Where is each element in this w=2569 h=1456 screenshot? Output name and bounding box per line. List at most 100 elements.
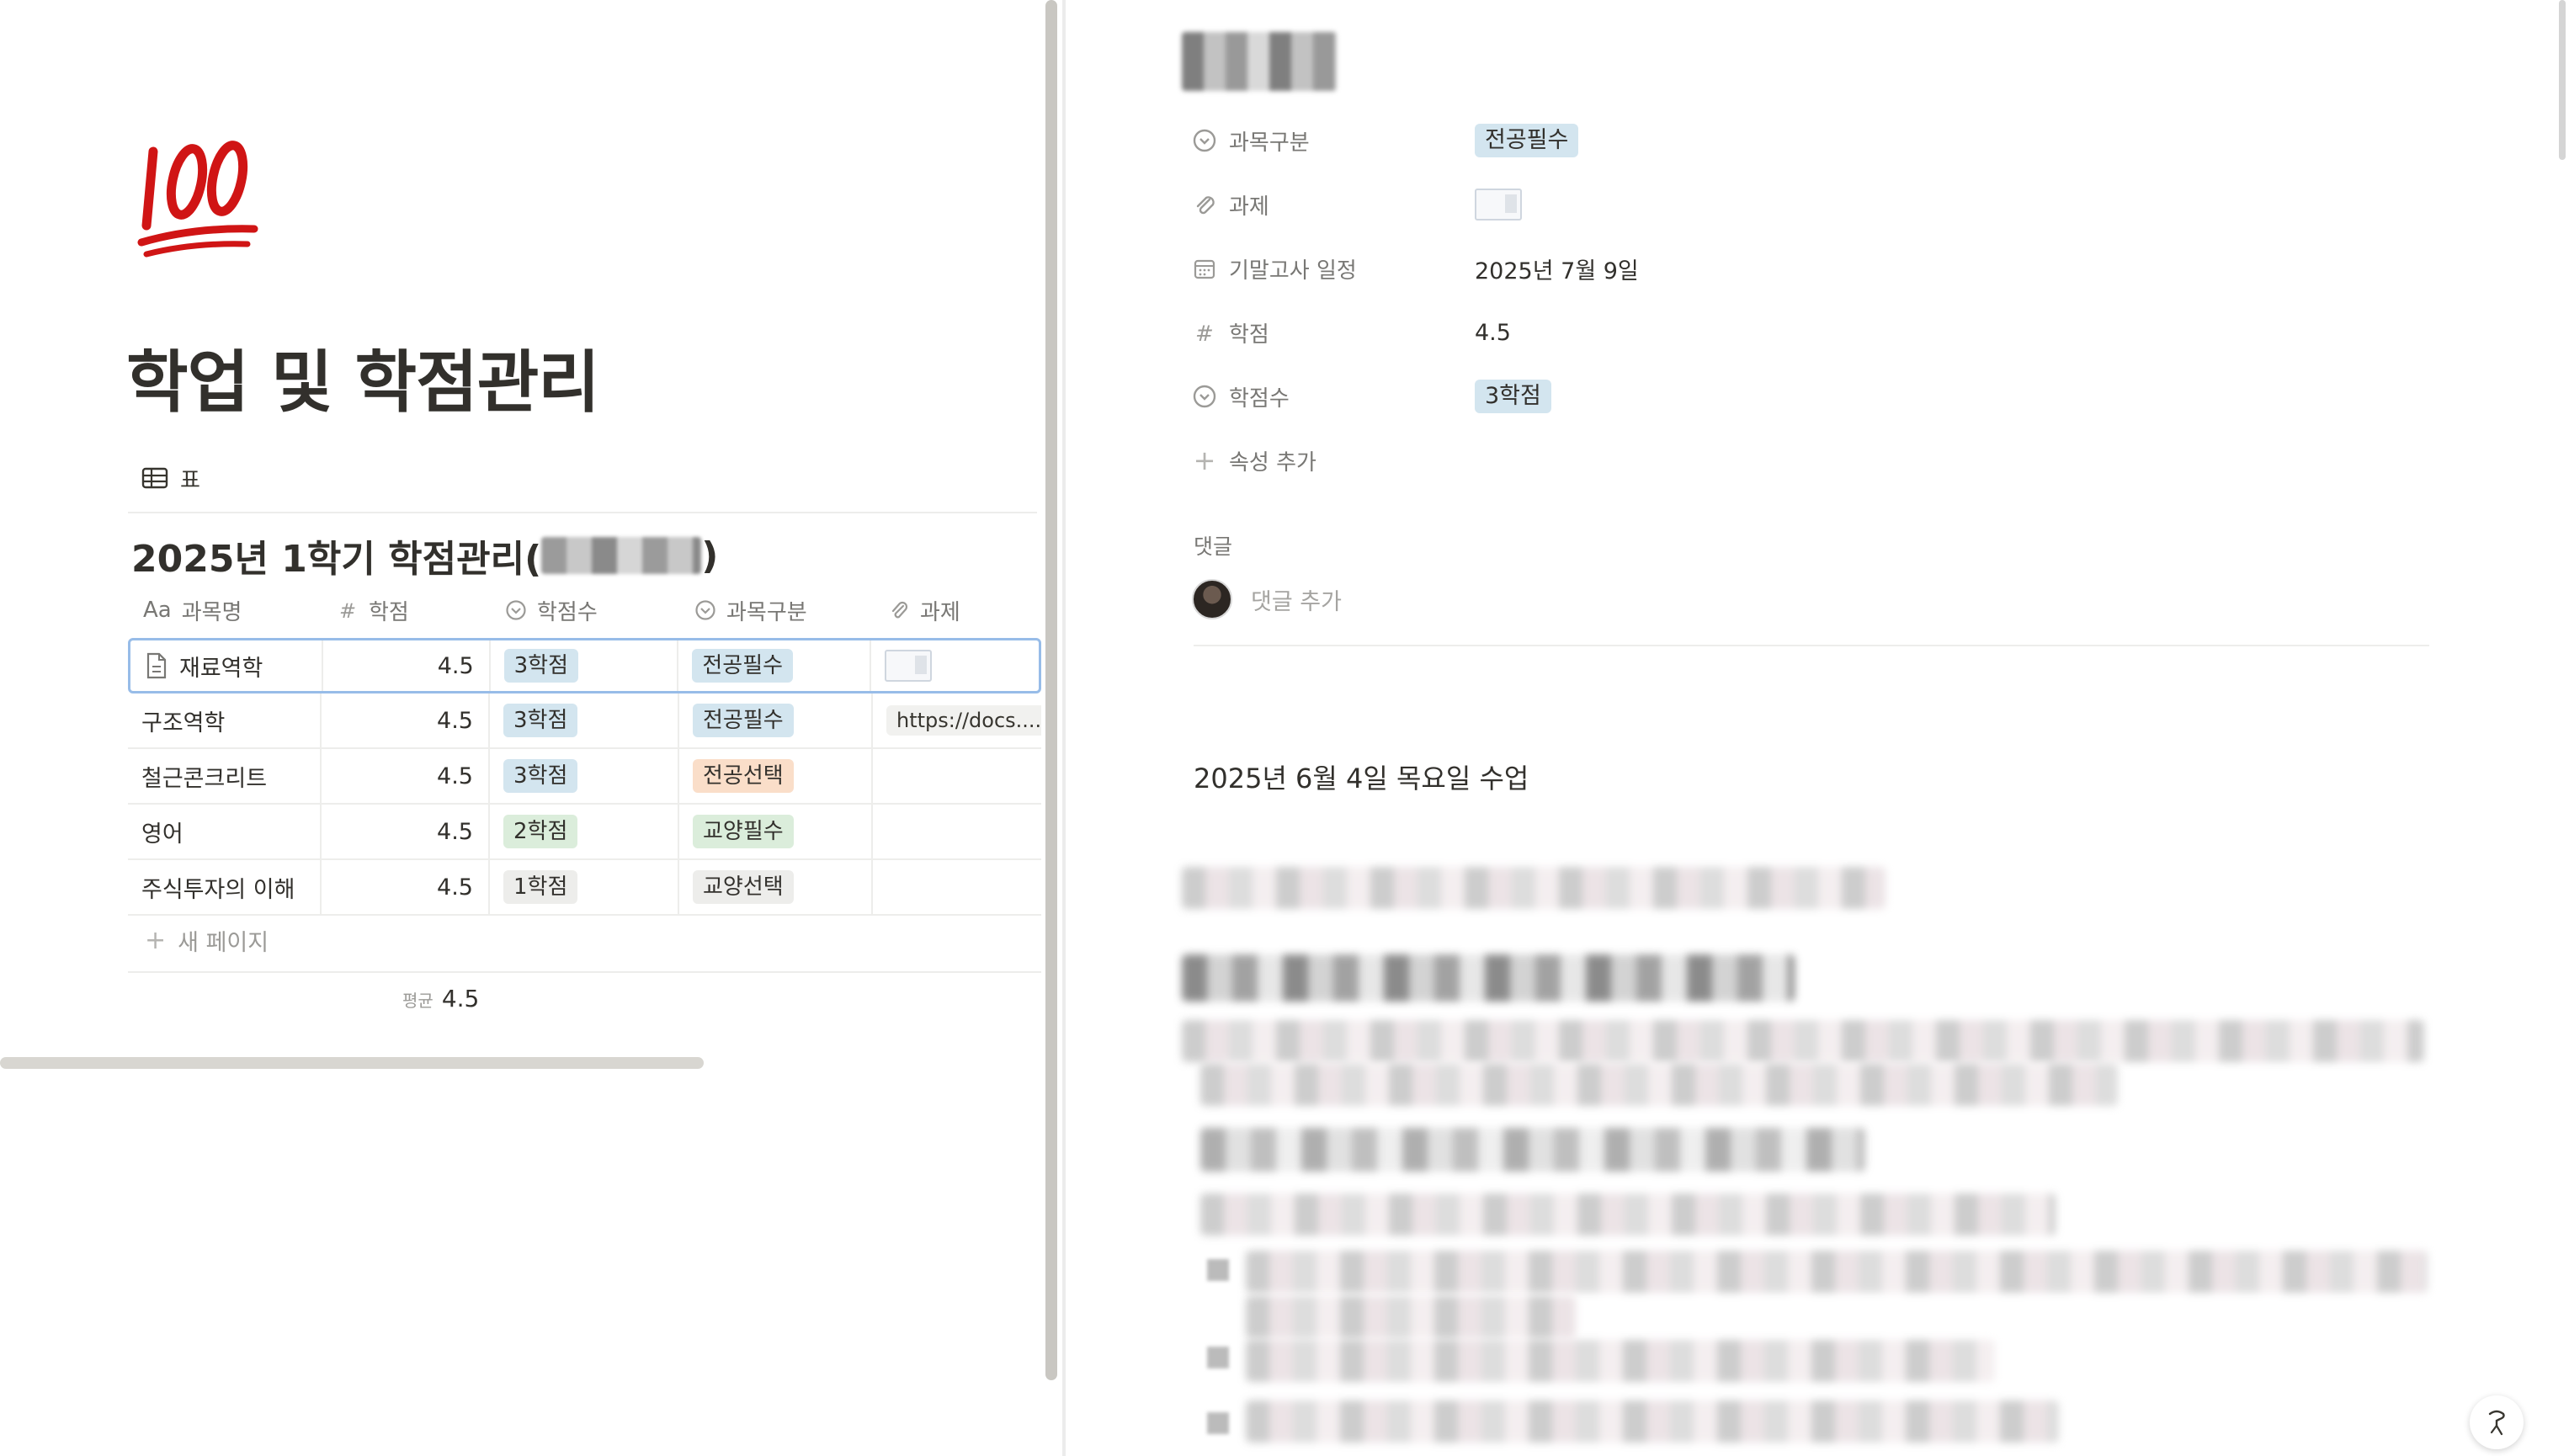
tab-label: 표 bbox=[180, 467, 200, 493]
column-header-type[interactable]: 과목구분 bbox=[679, 589, 873, 631]
redacted-page-title[interactable] bbox=[1182, 32, 1337, 91]
comment-input[interactable]: 댓글 추가 bbox=[1251, 583, 1342, 616]
redacted-text bbox=[1182, 867, 1886, 909]
redacted-text bbox=[1246, 1400, 2059, 1443]
column-header-name[interactable]: Aa 과목명 bbox=[128, 589, 322, 631]
svg-text:#: # bbox=[339, 599, 356, 621]
table-row[interactable]: 구조역학 4.5 3학점 전공필수 https://docs.... bbox=[128, 693, 1041, 749]
cell-credit[interactable]: 4.5 bbox=[322, 749, 490, 803]
redacted-text bbox=[1182, 954, 1795, 1002]
plus-icon: + bbox=[145, 926, 167, 955]
cell-name[interactable]: 재료역학 bbox=[130, 640, 323, 691]
bullet bbox=[1207, 1347, 1229, 1368]
new-page-button[interactable]: + 새 페이지 bbox=[145, 924, 269, 957]
attachment-thumbnail[interactable] bbox=[885, 650, 933, 682]
bullet bbox=[1207, 1259, 1229, 1281]
database-title[interactable]: 2025년 1학기 학점관리( ) bbox=[131, 529, 718, 582]
column-header-hours[interactable]: 학점수 bbox=[490, 589, 679, 631]
paperclip-icon bbox=[891, 601, 908, 619]
hours-tag: 3학점 bbox=[503, 649, 579, 683]
redacted-text bbox=[541, 537, 702, 574]
property-value[interactable]: 4.5 bbox=[1475, 320, 1511, 346]
cell-type[interactable]: 전공선택 bbox=[679, 749, 873, 803]
cell-assignment[interactable] bbox=[873, 805, 1041, 858]
property-assignment[interactable]: 과제 bbox=[1192, 183, 2286, 226]
document-icon bbox=[146, 652, 167, 679]
add-property-button[interactable]: + 속성 추가 bbox=[1192, 439, 2286, 481]
calendar-icon bbox=[1194, 259, 1215, 279]
cell-credit[interactable]: 4.5 bbox=[322, 805, 490, 858]
type-tag: 전공필수 bbox=[693, 704, 794, 737]
cell-hours[interactable]: 3학점 bbox=[491, 640, 679, 691]
help-icon bbox=[2488, 1410, 2505, 1436]
hours-tag: 3학점 bbox=[503, 704, 578, 737]
select-icon bbox=[506, 600, 526, 620]
column-header-assignment[interactable]: 과제 bbox=[873, 589, 1041, 631]
section-heading[interactable]: 2025년 6월 4일 목요일 수업 bbox=[1194, 757, 1529, 796]
cell-credit[interactable]: 4.5 bbox=[322, 693, 490, 747]
select-icon bbox=[695, 600, 715, 620]
cell-credit[interactable]: 4.5 bbox=[322, 860, 490, 914]
cell-hours[interactable]: 3학점 bbox=[490, 749, 679, 803]
cell-assignment[interactable] bbox=[873, 860, 1041, 914]
redacted-text bbox=[1182, 1020, 2424, 1062]
cell-assignment[interactable]: https://docs.... bbox=[873, 693, 1041, 747]
svg-text:#: # bbox=[1195, 321, 1214, 345]
cell-name[interactable]: 철근콘크리트 bbox=[128, 749, 322, 803]
table-icon bbox=[141, 467, 168, 489]
table-row[interactable]: 재료역학 4.5 3학점 전공필수 bbox=[128, 638, 1041, 693]
property-value-tag[interactable]: 3학점 bbox=[1475, 380, 1551, 413]
page-title[interactable]: 학업 및 학점관리 bbox=[126, 328, 600, 426]
horizontal-scrollbar[interactable] bbox=[0, 1057, 704, 1069]
table-row[interactable]: 철근콘크리트 4.5 3학점 전공선택 bbox=[128, 749, 1041, 805]
cell-hours[interactable]: 2학점 bbox=[490, 805, 679, 858]
cell-type[interactable]: 교양필수 bbox=[679, 805, 873, 858]
table-row[interactable]: 주식투자의 이해 4.5 1학점 교양선택 bbox=[128, 860, 1041, 916]
type-tag: 전공필수 bbox=[692, 649, 794, 683]
redacted-text bbox=[1200, 1128, 1865, 1172]
type-tag: 교양선택 bbox=[693, 870, 794, 904]
divider bbox=[128, 512, 1037, 513]
redacted-text bbox=[1200, 1064, 2118, 1106]
number-icon: # bbox=[1195, 321, 1214, 345]
cell-assignment[interactable] bbox=[871, 640, 1039, 691]
cell-type[interactable]: 전공필수 bbox=[679, 693, 873, 747]
redacted-text bbox=[1246, 1251, 2428, 1293]
redacted-text bbox=[1246, 1296, 1576, 1338]
cell-credit[interactable]: 4.5 bbox=[323, 640, 491, 691]
table-body: 재료역학 4.5 3학점 전공필수 구조역학 4.5 3학점 전공필수 http… bbox=[128, 638, 1041, 916]
paperclip-icon bbox=[1196, 196, 1215, 215]
cell-assignment[interactable] bbox=[873, 749, 1041, 803]
property-value-tag[interactable]: 전공필수 bbox=[1475, 124, 1579, 157]
cell-hours[interactable]: 1학점 bbox=[490, 860, 679, 914]
hundred-points-icon[interactable] bbox=[135, 126, 261, 261]
comments-label: 댓글 bbox=[1194, 534, 1233, 559]
property-type[interactable]: 과목구분 전공필수 bbox=[1192, 120, 2286, 162]
hours-tag: 2학점 bbox=[503, 815, 578, 848]
add-comment[interactable]: 댓글 추가 bbox=[1192, 579, 1342, 619]
divider bbox=[128, 971, 1041, 973]
divider bbox=[1194, 645, 2429, 646]
property-hours[interactable]: 학점수 3학점 bbox=[1192, 375, 2286, 417]
calculation-average[interactable]: 평균 4.5 bbox=[402, 985, 479, 1012]
column-header-credit[interactable]: # 학점 bbox=[322, 589, 490, 631]
cell-name[interactable]: 구조역학 bbox=[128, 693, 322, 747]
cell-hours[interactable]: 3학점 bbox=[490, 693, 679, 747]
cell-name[interactable]: 주식투자의 이해 bbox=[128, 860, 322, 914]
cell-type[interactable]: 교양선택 bbox=[679, 860, 873, 914]
bullet bbox=[1207, 1412, 1229, 1434]
cell-type[interactable]: 전공필수 bbox=[678, 640, 872, 691]
help-button[interactable] bbox=[2470, 1395, 2524, 1449]
property-final-exam-date[interactable]: 기말고사 일정 2025년 7월 9일 bbox=[1192, 247, 2286, 290]
property-value[interactable]: 2025년 7월 9일 bbox=[1475, 252, 1639, 285]
table-row[interactable]: 영어 4.5 2학점 교양필수 bbox=[128, 805, 1041, 860]
property-credit[interactable]: # 학점 4.5 bbox=[1192, 311, 2286, 353]
attachment-thumbnail[interactable] bbox=[1475, 189, 1522, 221]
vertical-scrollbar[interactable] bbox=[2559, 0, 2566, 160]
avatar bbox=[1192, 579, 1232, 619]
tab-table-view[interactable]: 표 bbox=[141, 461, 200, 495]
cell-name[interactable]: 영어 bbox=[128, 805, 322, 858]
vertical-scrollbar[interactable] bbox=[1045, 0, 1057, 1380]
table-header: Aa 과목명 # 학점 학점수 과목구분 과제 bbox=[128, 589, 1041, 631]
assignment-link[interactable]: https://docs.... bbox=[886, 705, 1041, 736]
